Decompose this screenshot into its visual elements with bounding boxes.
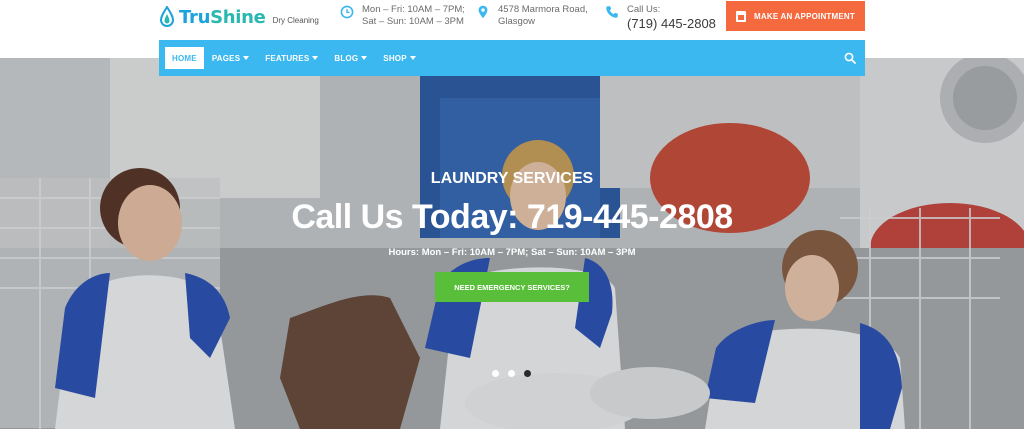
slider-pagination (492, 370, 540, 377)
brand-name-part2: Shine (210, 6, 266, 28)
brand-tagline: Dry Cleaning (272, 15, 319, 25)
address-street: 4578 Marmora Road, (498, 4, 588, 15)
nav-blog[interactable]: BLOG (326, 47, 375, 69)
hero-title: Call Us Today: 719-445-2808 (291, 198, 733, 236)
nav-blog-label: BLOG (334, 53, 359, 63)
nav-shop-label: SHOP (383, 53, 407, 63)
clock-icon (340, 5, 354, 19)
call-label: Call Us: (627, 4, 661, 15)
brand-name: TruShine (179, 7, 266, 28)
nav-home-label: HOME (172, 53, 197, 63)
chevron-down-icon (361, 56, 368, 60)
nav-home[interactable]: HOME (165, 47, 204, 69)
chevron-down-icon (409, 56, 416, 60)
search-icon[interactable] (844, 52, 856, 64)
slider-dot-2[interactable] (508, 370, 515, 377)
emergency-services-button[interactable]: NEED EMERGENCY SERVICES? (435, 272, 589, 302)
address: 4578 Marmora Road, Glasgow (476, 4, 588, 28)
brand-name-part1: Tru (179, 6, 211, 28)
chevron-down-icon (312, 56, 319, 60)
nav-features-label: FEATURES (265, 53, 310, 63)
call-number[interactable]: (719) 445-2808 (627, 16, 716, 31)
chevron-down-icon (243, 56, 250, 60)
map-pin-icon (478, 5, 488, 19)
hero-subtitle: LAUNDRY SERVICES (430, 170, 594, 187)
appointment-button-label: MAKE AN APPOINTMENT (754, 11, 855, 21)
nav-features[interactable]: FEATURES (257, 47, 326, 69)
nav-pages-label: PAGES (211, 53, 241, 63)
brand-logo[interactable]: TruShine Dry Cleaning (159, 5, 319, 29)
nav-shop[interactable]: SHOP (375, 47, 423, 69)
hours-line-weekdays: Mon – Fri: 10AM – 7PM; (362, 4, 465, 15)
slider-dot-1[interactable] (492, 370, 499, 377)
hero-hours: Hours: Mon – Fri: 10AM – 7PM; Sat – Sun:… (388, 247, 636, 258)
main-nav: HOME PAGES FEATURES BLOG SHOP (159, 40, 865, 76)
address-city: Glasgow (498, 16, 535, 27)
make-appointment-button[interactable]: MAKE AN APPOINTMENT (726, 1, 865, 31)
nav-pages[interactable]: PAGES (204, 47, 257, 69)
hours-line-weekend: Sat – Sun: 10AM – 3PM (362, 16, 464, 27)
phone-icon (606, 6, 618, 18)
phone-contact[interactable]: Call Us: (719) 445-2808 (605, 4, 716, 31)
slider-dot-3[interactable] (524, 370, 531, 377)
opening-hours: Mon – Fri: 10AM – 7PM; Sat – Sun: 10AM –… (340, 4, 465, 28)
calendar-icon (736, 10, 746, 22)
water-drop-icon (159, 6, 175, 27)
